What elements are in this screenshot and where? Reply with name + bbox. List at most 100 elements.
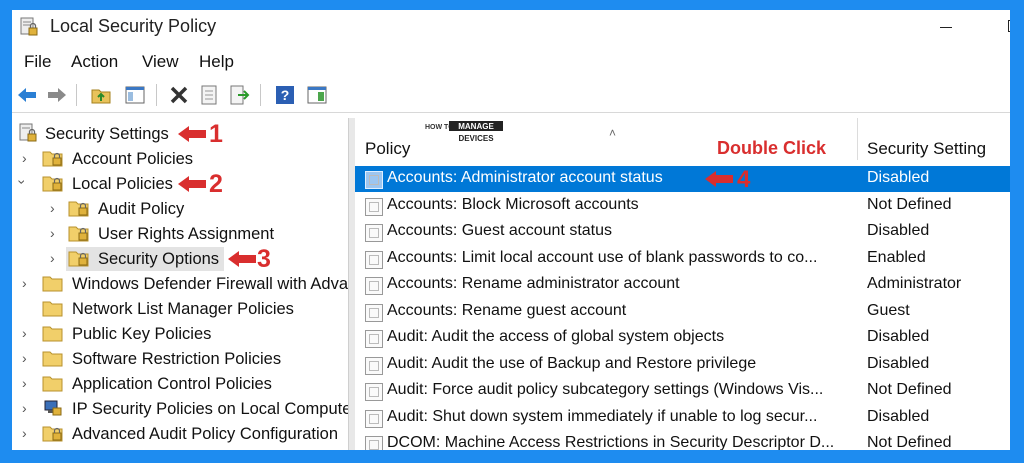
tree-node-account-policies[interactable]: › Account Policies bbox=[12, 147, 348, 172]
policy-setting: Administrator bbox=[867, 275, 962, 292]
chevron-right-icon[interactable]: › bbox=[22, 350, 27, 366]
chevron-right-icon[interactable]: › bbox=[22, 375, 27, 391]
policy-name: DCOM: Machine Access Restrictions in Sec… bbox=[387, 434, 835, 450]
tree-node-advanced-audit-policy[interactable]: › Advanced Audit Policy Configuration bbox=[12, 422, 348, 447]
step-annotation: 3 bbox=[257, 245, 271, 273]
tree-node-application-control-policies[interactable]: › Application Control Policies bbox=[12, 372, 348, 397]
menu-view[interactable]: View bbox=[142, 52, 179, 72]
svg-text:?: ? bbox=[281, 87, 290, 103]
folder-icon bbox=[42, 376, 63, 392]
locked-folder-icon bbox=[42, 426, 63, 442]
tree-node-label: Network List Manager Policies bbox=[72, 300, 294, 318]
locked-folder-icon bbox=[42, 176, 63, 192]
policy-row[interactable]: DCOM: Machine Access Restrictions in Sec… bbox=[355, 431, 1010, 450]
policy-row[interactable]: Accounts: Limit local account use of bla… bbox=[355, 246, 1010, 272]
policy-setting: Disabled bbox=[867, 408, 930, 425]
red-arrow-icon bbox=[228, 251, 256, 267]
policy-name: Audit: Force audit policy subcategory se… bbox=[387, 381, 824, 398]
chevron-right-icon[interactable]: › bbox=[22, 275, 27, 291]
up-folder-icon[interactable] bbox=[90, 84, 112, 106]
toolbar-separator bbox=[76, 84, 77, 106]
policy-row[interactable]: Audit: Shut down system immediately if u… bbox=[355, 405, 1010, 431]
policy-row[interactable]: Audit: Audit the access of global system… bbox=[355, 325, 1010, 351]
minimize-button[interactable] bbox=[922, 10, 968, 44]
chevron-right-icon[interactable]: › bbox=[50, 200, 55, 216]
security-settings-icon bbox=[19, 123, 37, 142]
policy-name: Audit: Audit the access of global system… bbox=[387, 328, 725, 345]
policy-setting: Disabled bbox=[867, 169, 930, 186]
properties-icon[interactable] bbox=[198, 84, 220, 106]
chevron-right-icon[interactable]: › bbox=[50, 250, 55, 266]
policy-setting: Disabled bbox=[867, 222, 930, 239]
help-icon[interactable]: ? bbox=[274, 84, 296, 106]
forward-arrow-icon[interactable] bbox=[46, 84, 68, 106]
show-hide-tree-icon[interactable] bbox=[124, 84, 146, 106]
policy-name: Audit: Shut down system immediately if u… bbox=[387, 408, 818, 425]
tree-node-network-list-manager[interactable]: Network List Manager Policies bbox=[12, 297, 348, 322]
locked-folder-icon bbox=[68, 251, 89, 267]
policy-setting: Enabled bbox=[867, 249, 926, 266]
policy-icon bbox=[365, 357, 383, 375]
toolbar: ? bbox=[12, 76, 1010, 113]
tree-node-security-options[interactable]: › Security Options 3 bbox=[12, 247, 348, 272]
locked-folder-icon bbox=[42, 151, 63, 167]
tree-node-label: Security Settings bbox=[45, 125, 169, 143]
tree-node-public-key-policies[interactable]: › Public Key Policies bbox=[12, 322, 348, 347]
chevron-right-icon[interactable]: › bbox=[22, 425, 27, 441]
policy-name: Accounts: Block Microsoft accounts bbox=[387, 196, 639, 213]
menu-help[interactable]: Help bbox=[199, 52, 234, 72]
policy-icon bbox=[365, 224, 383, 242]
console-icon[interactable] bbox=[306, 84, 328, 106]
policy-row[interactable]: Accounts: Block Microsoft accounts Not D… bbox=[355, 193, 1010, 219]
chevron-right-icon[interactable]: › bbox=[22, 400, 27, 416]
policy-setting: Not Defined bbox=[867, 434, 952, 450]
policy-list-pane: HOW TO MANAGE DEVICES ˄ Policy Double Cl… bbox=[355, 118, 1010, 450]
tree-node-software-restriction-policies[interactable]: › Software Restriction Policies bbox=[12, 347, 348, 372]
tree-node-user-rights-assignment[interactable]: › User Rights Assignment bbox=[12, 222, 348, 247]
policy-name: Accounts: Administrator account status bbox=[387, 169, 663, 186]
back-arrow-icon[interactable] bbox=[16, 84, 38, 106]
local-security-policy-window: Local Security Policy File Action View H… bbox=[12, 10, 1010, 450]
tree-node-audit-policy[interactable]: › Audit Policy bbox=[12, 197, 348, 222]
delete-icon[interactable] bbox=[168, 84, 190, 106]
column-header-security-setting[interactable]: Security Setting bbox=[858, 118, 1010, 160]
chevron-down-icon[interactable]: › bbox=[14, 180, 30, 185]
folder-icon bbox=[42, 326, 63, 342]
tree-node-label: Security Options bbox=[98, 250, 220, 268]
double-click-annotation: Double Click bbox=[717, 138, 827, 158]
tree-node-label: Advanced Audit Policy Configuration bbox=[72, 425, 338, 443]
tree-node-ip-security-policies[interactable]: › IP Security Policies on Local Compute bbox=[12, 397, 348, 422]
policy-app-icon bbox=[20, 17, 38, 36]
tree-node-label: Audit Policy bbox=[98, 200, 185, 218]
title-bar[interactable]: Local Security Policy bbox=[12, 10, 1010, 44]
maximize-button[interactable] bbox=[968, 10, 1010, 44]
folder-icon bbox=[42, 276, 63, 292]
chevron-right-icon[interactable]: › bbox=[50, 225, 55, 241]
policy-row[interactable]: Accounts: Guest account status Disabled bbox=[355, 219, 1010, 245]
policy-icon bbox=[365, 277, 383, 295]
policy-row-selected[interactable]: Accounts: Administrator account status 4… bbox=[355, 166, 1010, 192]
folder-icon bbox=[42, 301, 63, 317]
column-header-label: Security Setting bbox=[867, 139, 987, 158]
policy-row[interactable]: Audit: Force audit policy subcategory se… bbox=[355, 378, 1010, 404]
tree-pane: Security Settings 1 › Account Policies ›… bbox=[12, 118, 348, 450]
policy-row[interactable]: Accounts: Rename guest account Guest bbox=[355, 299, 1010, 325]
policy-icon bbox=[365, 304, 383, 322]
chevron-right-icon[interactable]: › bbox=[22, 150, 27, 166]
export-list-icon[interactable] bbox=[228, 84, 250, 106]
policy-setting: Disabled bbox=[867, 355, 930, 372]
policy-row[interactable]: Audit: Audit the use of Backup and Resto… bbox=[355, 352, 1010, 378]
toolbar-separator bbox=[156, 84, 157, 106]
tree-node-label: Account Policies bbox=[72, 150, 194, 168]
menu-action[interactable]: Action bbox=[71, 52, 118, 72]
policy-row[interactable]: Accounts: Rename administrator account A… bbox=[355, 272, 1010, 298]
policy-icon bbox=[365, 171, 383, 189]
window-title: Local Security Policy bbox=[50, 16, 217, 36]
policy-icon bbox=[365, 198, 383, 216]
tree-node-local-policies[interactable]: › Local Policies 2 bbox=[12, 172, 348, 197]
tree-node-security-settings[interactable]: Security Settings 1 bbox=[12, 122, 348, 147]
tree-node-windows-defender-firewall[interactable]: › Windows Defender Firewall with Adva bbox=[12, 272, 348, 297]
chevron-right-icon[interactable]: › bbox=[22, 325, 27, 341]
ip-security-icon bbox=[44, 400, 62, 416]
menu-file[interactable]: File bbox=[24, 52, 51, 72]
